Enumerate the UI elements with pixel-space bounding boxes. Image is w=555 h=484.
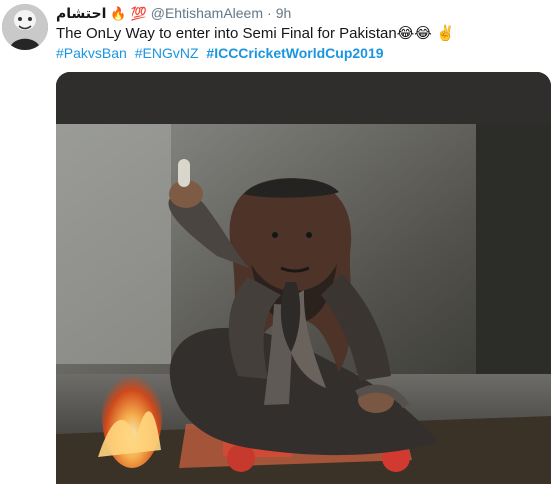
hashtag-icc-cricket-world-cup-2019[interactable]: #ICCCricketWorldCup2019: [206, 45, 383, 61]
hundred-emoji-icon: 💯: [130, 5, 147, 21]
avatar-person-icon: [2, 4, 48, 50]
tweet-card[interactable]: احتشام 🔥 💯 @EhtishamAleem · 9h The OnLy …: [0, 0, 555, 484]
fire-emoji-icon: 🔥: [110, 5, 127, 21]
tweet-media-photo[interactable]: [56, 72, 551, 484]
header-separator: ·: [267, 5, 272, 21]
laughing-emoji-icon: 😂: [396, 25, 415, 42]
victory-hand-emoji-icon: ✌️: [435, 25, 455, 42]
tweet-header: احتشام 🔥 💯 @EhtishamAleem · 9h: [56, 4, 291, 22]
photo-man-by-fire-icon: [56, 124, 551, 484]
tweet-timestamp[interactable]: 9h: [276, 5, 292, 21]
hashtag-row: #PakvsBan #ENGvNZ #ICCCricketWorldCup201…: [56, 44, 388, 62]
tweet-text: The OnLy Way to enter into Semi Final fo…: [56, 24, 551, 44]
photo-top-band: [56, 72, 551, 124]
tweet-body-text: The OnLy Way to enter into Semi Final fo…: [56, 25, 397, 42]
hashtag-pakvsban[interactable]: #PakvsBan: [56, 45, 127, 61]
hashtag-engvnz[interactable]: #ENGvNZ: [135, 45, 199, 61]
laughing-emoji-icon-2: 😂: [414, 25, 432, 42]
avatar[interactable]: [2, 4, 48, 50]
author-handle[interactable]: @EhtishamAleem: [151, 5, 263, 21]
author-name[interactable]: احتشام: [56, 5, 106, 22]
